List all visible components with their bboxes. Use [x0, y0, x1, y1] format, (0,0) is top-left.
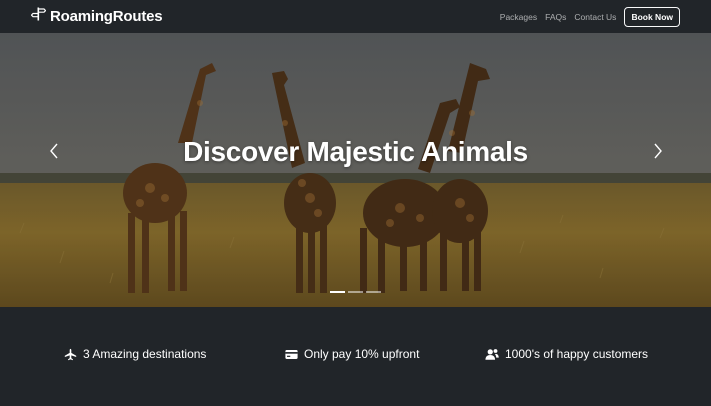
brand-link[interactable]: RoamingRoutes — [30, 7, 163, 26]
credit-card-icon — [284, 347, 298, 361]
hero-image — [0, 33, 711, 307]
feature-customers: 1000's of happy customers — [485, 347, 648, 361]
airplane-icon — [63, 347, 77, 361]
features-section: 3 Amazing destinations Only pay 10% upfr… — [0, 307, 711, 406]
feature-destinations: 3 Amazing destinations — [63, 347, 206, 361]
chevron-left-icon — [48, 143, 60, 164]
brand-name: RoamingRoutes — [50, 8, 163, 25]
carousel-indicator-2[interactable] — [348, 291, 363, 293]
users-icon — [485, 347, 499, 361]
feature-text: 1000's of happy customers — [505, 347, 649, 361]
nav-menu: Packages FAQs Contact Us Book Now — [492, 6, 680, 27]
carousel-indicator-1[interactable] — [330, 291, 345, 293]
feature-text: 3 Amazing destinations — [83, 347, 207, 361]
book-now-button[interactable]: Book Now — [624, 6, 680, 27]
feature-payment: Only pay 10% upfront — [284, 347, 419, 361]
nav-link-faqs[interactable]: FAQs — [545, 12, 566, 22]
nav-link-packages[interactable]: Packages — [500, 12, 537, 22]
carousel-indicators — [0, 291, 711, 293]
feature-text: Only pay 10% upfront — [304, 347, 420, 361]
navbar: RoamingRoutes Packages FAQs Contact Us B… — [0, 0, 711, 33]
carousel-next-button[interactable] — [646, 141, 670, 165]
chevron-right-icon — [652, 143, 664, 164]
carousel-prev-button[interactable] — [42, 141, 66, 165]
nav-link-contact[interactable]: Contact Us — [574, 12, 616, 22]
signpost-icon — [30, 7, 47, 26]
hero-carousel: Discover Majestic Animals — [0, 33, 711, 307]
hero-caption: Discover Majestic Animals — [183, 136, 528, 167]
carousel-indicator-3[interactable] — [366, 291, 381, 293]
